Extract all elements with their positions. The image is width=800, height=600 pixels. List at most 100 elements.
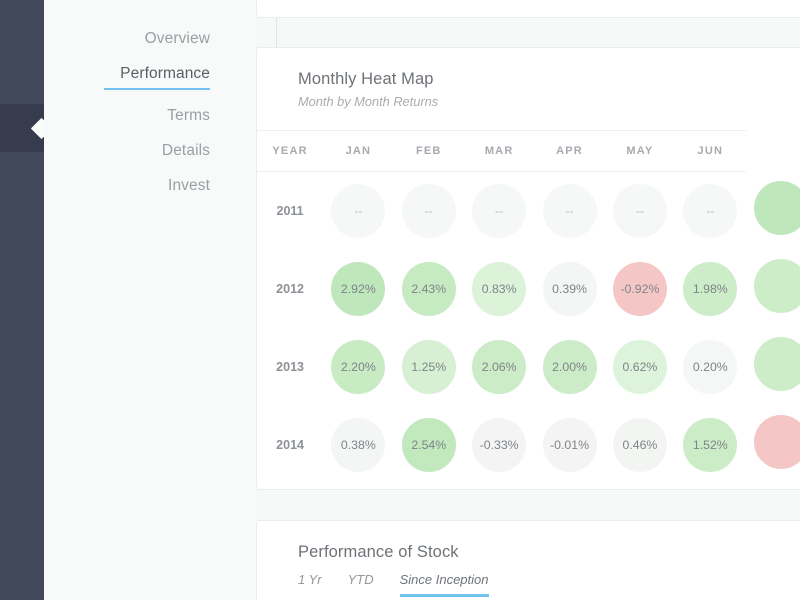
table-row: 2011 -- -- -- -- -- --: [257, 172, 800, 250]
app-rail: [0, 0, 44, 600]
heat-cell[interactable]: 0.39%: [534, 250, 604, 328]
heat-cell[interactable]: [746, 250, 800, 328]
heat-bubble: 0.20%: [683, 339, 738, 394]
heat-map-table: YEAR JAN FEB MAR APR MAY JUN 2011 -- -- -- -…: [257, 130, 800, 484]
heat-cell[interactable]: 0.83%: [464, 250, 534, 328]
heat-cell[interactable]: --: [323, 172, 393, 250]
heat-bubble: 0.62%: [612, 339, 667, 394]
card-above: [256, 0, 800, 18]
collapse-chevron-icon[interactable]: [30, 104, 44, 152]
heat-cell[interactable]: 2.92%: [323, 250, 393, 328]
heat-bubble: 2.20%: [331, 339, 386, 394]
heat-bubble: 2.00%: [542, 339, 597, 394]
heat-bubble: [753, 181, 800, 235]
heat-bubble: --: [472, 183, 527, 238]
table-row: 2014 0.38% 2.54% -0.33% -0.01% 0.46% 1.52%: [257, 406, 800, 484]
tab-ytd[interactable]: YTD: [348, 572, 374, 597]
sidebar-item-label: Overview: [144, 30, 210, 47]
heat-bubble: -0.33%: [472, 417, 527, 472]
heat-cell[interactable]: 0.20%: [675, 328, 745, 406]
heat-cell[interactable]: [746, 328, 800, 406]
heat-bubble: 0.38%: [331, 417, 386, 472]
column-header-jun: JUN: [675, 130, 746, 172]
column-header-mar: MAR: [463, 130, 535, 172]
tab-label: 1 Yr: [298, 572, 322, 587]
heat-cell[interactable]: 2.54%: [394, 406, 464, 484]
year-label: 2012: [276, 281, 304, 296]
column-header-year: YEAR: [257, 130, 324, 172]
year-label: 2014: [276, 437, 304, 452]
year-label: 2011: [276, 203, 304, 218]
heat-bubble: --: [401, 183, 456, 238]
sidebar-item-label: Performance: [120, 65, 210, 82]
heat-cell[interactable]: 2.00%: [534, 328, 604, 406]
row-year-cell: 2014: [257, 406, 323, 484]
heat-cell[interactable]: -0.92%: [605, 250, 675, 328]
sidebar-item-overview[interactable]: Overview: [104, 22, 210, 57]
heat-bubble: --: [542, 183, 597, 238]
heat-cell[interactable]: [746, 172, 800, 250]
heat-bubble: [753, 337, 800, 391]
column-header-feb: FEB: [393, 130, 464, 172]
row-year-cell: 2012: [257, 250, 323, 328]
heat-cell[interactable]: 0.38%: [323, 406, 393, 484]
performance-tabs: 1 Yr YTD Since Inception: [257, 562, 800, 597]
heat-cell[interactable]: 1.25%: [394, 328, 464, 406]
heat-cell[interactable]: --: [675, 172, 745, 250]
heat-cell[interactable]: 1.52%: [675, 406, 745, 484]
table-row: 2012 2.92% 2.43% 0.83% 0.39% -0.92% 1.98%: [257, 250, 800, 328]
heat-bubble: -0.92%: [612, 261, 667, 316]
active-underline: [104, 88, 210, 90]
column-header-apr: APR: [534, 130, 605, 172]
heat-cell[interactable]: 0.46%: [605, 406, 675, 484]
table-row: 2013 2.20% 1.25% 2.06% 2.00% 0.62% 0.20%: [257, 328, 800, 406]
section-nav: Overview Performance Terms Details Inves…: [44, 0, 278, 600]
heat-bubble: --: [612, 183, 667, 238]
row-year-cell: 2013: [257, 328, 323, 406]
content-area: Monthly Heat Map Month by Month Returns …: [256, 0, 800, 600]
heat-bubble: 2.43%: [401, 261, 456, 316]
performance-title: Performance of Stock: [298, 543, 459, 561]
heat-cell[interactable]: --: [534, 172, 604, 250]
monthly-heat-map-card: Monthly Heat Map Month by Month Returns …: [256, 47, 800, 490]
heat-cell[interactable]: [746, 406, 800, 484]
heat-cell[interactable]: 0.62%: [605, 328, 675, 406]
heat-bubble: --: [331, 183, 386, 238]
heat-bubble: 0.39%: [542, 261, 597, 316]
page-title: Monthly Heat Map: [298, 70, 434, 88]
card-subtitle: Month by Month Returns: [298, 94, 439, 109]
heat-cell[interactable]: --: [464, 172, 534, 250]
tab-since-inception[interactable]: Since Inception: [399, 572, 489, 597]
sidebar-item-terms[interactable]: Terms: [104, 99, 210, 134]
tab-label: Since Inception: [399, 572, 489, 587]
heat-bubble: 2.06%: [472, 339, 527, 394]
column-header-may: MAY: [604, 130, 676, 172]
heat-bubble: 2.54%: [401, 417, 456, 472]
tab-label: YTD: [347, 572, 374, 587]
heat-cell[interactable]: -0.01%: [534, 406, 604, 484]
heat-bubble: 2.92%: [331, 261, 386, 316]
heat-bubble: [753, 415, 800, 469]
heat-bubble: [753, 259, 800, 313]
heat-cell[interactable]: -0.33%: [464, 406, 534, 484]
sidebar-item-details[interactable]: Details: [104, 134, 210, 169]
heat-cell[interactable]: 2.20%: [323, 328, 393, 406]
heat-cell[interactable]: --: [394, 172, 464, 250]
heat-bubble: -0.01%: [542, 417, 597, 472]
performance-of-stock-card: Performance of Stock 1 Yr YTD Since Ince…: [256, 520, 800, 600]
sidebar-item-invest[interactable]: Invest: [104, 169, 210, 204]
column-header-jan: JAN: [323, 130, 394, 172]
heat-bubble: 1.52%: [683, 417, 738, 472]
section-nav-list: Overview Performance Terms Details Inves…: [104, 22, 210, 204]
sidebar-item-performance[interactable]: Performance: [104, 57, 210, 99]
heat-bubble: 0.46%: [612, 417, 667, 472]
heat-bubble: 1.25%: [401, 339, 456, 394]
tab-1yr[interactable]: 1 Yr: [298, 572, 322, 597]
sidebar-item-label: Details: [161, 142, 210, 159]
heat-cell[interactable]: 2.43%: [394, 250, 464, 328]
heat-cell[interactable]: --: [605, 172, 675, 250]
sidebar-item-label: Terms: [167, 107, 210, 124]
heat-cell[interactable]: 2.06%: [464, 328, 534, 406]
year-label: 2013: [276, 359, 304, 374]
heat-cell[interactable]: 1.98%: [675, 250, 745, 328]
